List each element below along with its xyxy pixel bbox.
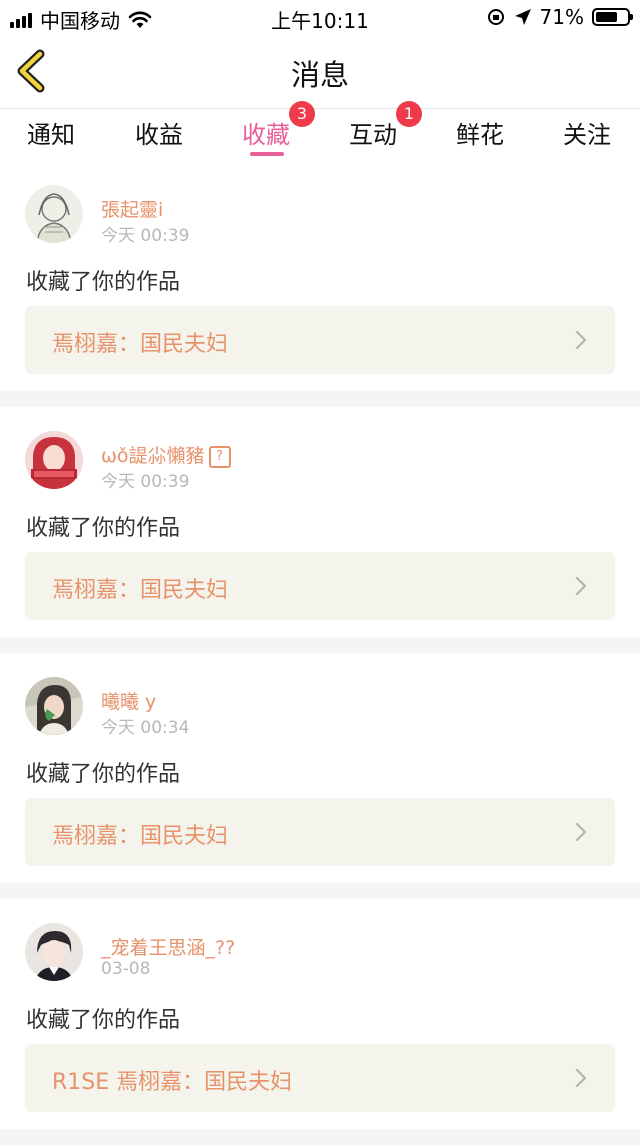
list-item: 曦曦 y 今天 00:34 收藏了你的作品 焉栩嘉：国民夫妇 <box>0 653 640 883</box>
tab-favorites[interactable]: 收藏 <box>242 115 290 150</box>
location-icon <box>514 9 531 25</box>
user-name[interactable]: _宠着王思涵_?? <box>101 933 235 960</box>
message-list: 張起靈ⅰ 今天 00:39 收藏了你的作品 焉栩嘉：国民夫妇 ωǒ諟尛懶豬? 今… <box>0 161 640 1145</box>
status-right: 71% <box>486 5 633 29</box>
chevron-right-icon <box>575 822 587 842</box>
avatar[interactable] <box>25 431 83 489</box>
action-text: 收藏了你的作品 <box>26 516 181 541</box>
work-link[interactable]: 焉栩嘉：国民夫妇 <box>25 552 615 620</box>
interaction-badge: 1 <box>396 101 422 127</box>
list-item: _宠着王思涵_?? 03-08 收藏了你的作品 R1SE 焉栩嘉：国民夫妇 <box>0 899 640 1129</box>
nav-bar: 消息 <box>0 34 640 109</box>
work-title: 焉栩嘉：国民夫妇 <box>52 578 229 603</box>
user-name[interactable]: 張起靈ⅰ <box>101 195 163 222</box>
list-item: ωǒ諟尛懶豬? 今天 00:39 收藏了你的作品 焉栩嘉：国民夫妇 <box>0 407 640 637</box>
favorites-badge: 3 <box>289 101 315 127</box>
user-name[interactable]: ωǒ諟尛懶豬? <box>101 441 231 468</box>
user-name-text: ωǒ諟尛懶豬 <box>101 445 205 467</box>
tab-bar: 通知 收益 收藏 3 互动 1 鲜花 关注 <box>0 101 640 161</box>
timestamp: 今天 00:39 <box>101 226 190 246</box>
user-name[interactable]: 曦曦 y <box>101 687 156 714</box>
tab-flowers[interactable]: 鲜花 <box>456 115 504 150</box>
chevron-right-icon <box>575 330 587 350</box>
battery-fill <box>596 12 617 22</box>
avatar[interactable] <box>25 185 83 243</box>
timestamp: 03-08 <box>101 959 151 979</box>
timestamp: 今天 00:39 <box>101 472 190 492</box>
tab-interaction[interactable]: 互动 <box>349 115 397 150</box>
work-title: 焉栩嘉：国民夫妇 <box>52 332 229 357</box>
avatar[interactable] <box>25 677 83 735</box>
chevron-right-icon <box>575 576 587 596</box>
work-title: 焉栩嘉：国民夫妇 <box>52 824 229 849</box>
status-bar: 中国移动 上午10:11 71% <box>0 0 640 34</box>
active-tab-indicator <box>250 152 284 156</box>
page-title: 消息 <box>290 58 349 92</box>
list-item: 張起靈ⅰ 今天 00:39 收藏了你的作品 焉栩嘉：国民夫妇 <box>0 161 640 391</box>
orientation-lock-icon <box>487 9 504 25</box>
unknown-char-icon: ? <box>208 446 231 468</box>
tab-follow[interactable]: 关注 <box>563 115 611 150</box>
action-text: 收藏了你的作品 <box>26 762 181 787</box>
work-link[interactable]: 焉栩嘉：国民夫妇 <box>25 306 615 374</box>
battery-percent: 71% <box>539 5 584 29</box>
tab-notice[interactable]: 通知 <box>27 115 75 150</box>
work-title: R1SE 焉栩嘉：国民夫妇 <box>52 1070 293 1095</box>
chevron-right-icon <box>575 1068 587 1088</box>
action-text: 收藏了你的作品 <box>26 1008 181 1033</box>
tab-earnings[interactable]: 收益 <box>135 115 183 150</box>
timestamp: 今天 00:34 <box>101 718 190 738</box>
work-link[interactable]: 焉栩嘉：国民夫妇 <box>25 798 615 866</box>
work-link[interactable]: R1SE 焉栩嘉：国民夫妇 <box>25 1044 615 1112</box>
action-text: 收藏了你的作品 <box>26 270 181 295</box>
avatar[interactable] <box>25 923 83 981</box>
battery-icon <box>592 8 633 26</box>
